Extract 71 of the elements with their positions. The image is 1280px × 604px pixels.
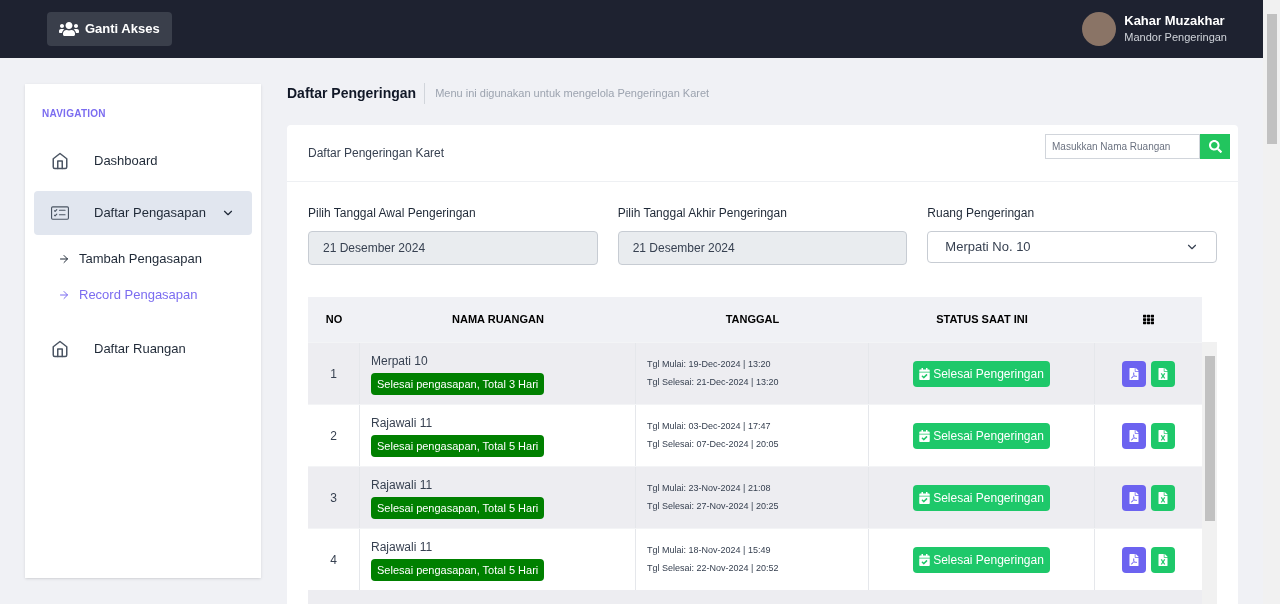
- user-role: Mandor Pengeringan: [1124, 30, 1227, 45]
- grid-icon: [1143, 314, 1154, 325]
- card-title: Daftar Pengeringan Karet: [308, 145, 445, 162]
- calendar-check-icon: [919, 553, 931, 566]
- calendar-check-icon: [919, 429, 931, 442]
- home-icon: [51, 152, 69, 170]
- access-button[interactable]: Ganti Akses: [47, 12, 172, 46]
- search-icon: [1208, 140, 1222, 153]
- column-header: TANGGAL: [724, 312, 781, 328]
- room-name: Rajawali 11: [371, 414, 434, 432]
- user-name: Kahar Muzakhar: [1124, 13, 1226, 29]
- excel-button[interactable]: [1151, 484, 1175, 511]
- calendar-check-icon: [919, 367, 931, 380]
- filter-label: Pilih Tanggal Awal Pengeringan: [308, 205, 477, 222]
- excel-file-icon: [1158, 429, 1168, 442]
- search-field[interactable]: Masukkan Nama Ruangan: [1045, 134, 1200, 159]
- nav-subitem[interactable]: Tambah Pengasapan: [34, 241, 252, 277]
- room-name: Rajawali 11: [371, 476, 434, 494]
- nav-subitem[interactable]: Record Pengasapan: [34, 277, 252, 313]
- nav-item[interactable]: Daftar Pengasapan: [34, 191, 252, 235]
- excel-file-icon: [1158, 491, 1168, 504]
- status-badge: Selesai pengasapan, Total 5 Hari: [371, 434, 545, 458]
- date-field[interactable]: 21 Desember 2024: [308, 231, 598, 265]
- end-date: Tgl Selesai: 07-Dec-2024 | 20:05: [647, 438, 780, 451]
- column-header: NO: [324, 312, 344, 328]
- status-badge: Selesai pengasapan, Total 3 Hari: [371, 372, 545, 396]
- end-date: Tgl Selesai: 21-Dec-2024 | 13:20: [647, 376, 780, 389]
- pdf-file-icon: [1129, 553, 1139, 566]
- start-date: Tgl Mulai: 03-Dec-2024 | 17:47: [647, 419, 772, 433]
- pdf-button[interactable]: [1122, 422, 1146, 449]
- start-date: Tgl Mulai: 23-Nov-2024 | 21:08: [647, 481, 772, 495]
- pdf-button[interactable]: [1122, 546, 1146, 573]
- nav-item[interactable]: Daftar Ruangan: [34, 327, 252, 371]
- pdf-file-icon: [1129, 367, 1139, 380]
- home-icon: [51, 340, 69, 358]
- column-header: NAMA RUANGAN: [451, 312, 545, 328]
- arrow-icon: [58, 289, 70, 301]
- room-name: Rajawali 11: [371, 538, 434, 556]
- excel-button[interactable]: [1151, 360, 1175, 387]
- end-date: Tgl Selesai: 22-Nov-2024 | 20:52: [647, 562, 780, 575]
- users-icon: [59, 21, 79, 37]
- excel-file-icon: [1158, 553, 1168, 566]
- table-scrollbar[interactable]: [1202, 342, 1217, 604]
- pdf-button[interactable]: [1122, 484, 1146, 511]
- avatar: [1082, 12, 1117, 46]
- start-date: Tgl Mulai: 19-Dec-2024 | 13:20: [647, 357, 772, 371]
- room-select[interactable]: Merpati No. 10: [927, 231, 1217, 263]
- filter-label: Pilih Tanggal Akhir Pengeringan: [617, 205, 788, 222]
- pdf-file-icon: [1129, 491, 1139, 504]
- page-subtitle: Menu ini digunakan untuk mengelola Pengeringan Karet: [434, 85, 710, 101]
- page-scrollbar[interactable]: [1263, 0, 1280, 604]
- excel-file-icon: [1158, 367, 1168, 380]
- excel-button[interactable]: [1151, 422, 1175, 449]
- nav-item[interactable]: Dashboard: [34, 139, 252, 183]
- pdf-button[interactable]: [1122, 360, 1146, 387]
- search-button[interactable]: [1200, 134, 1230, 159]
- excel-button[interactable]: [1151, 546, 1175, 573]
- status-badge: Selesai pengasapan, Total 5 Hari: [371, 558, 545, 582]
- date-field[interactable]: 21 Desember 2024: [617, 231, 908, 265]
- end-date: Tgl Selesai: 27-Nov-2024 | 20:25: [647, 500, 780, 513]
- nav-heading: NAVIGATION: [41, 107, 107, 121]
- room-name: Merpati 10: [371, 352, 429, 370]
- pdf-file-icon: [1129, 429, 1139, 442]
- status-badge: Selesai pengasapan, Total 5 Hari: [371, 496, 545, 520]
- start-date: Tgl Mulai: 18-Nov-2024 | 15:49: [647, 543, 772, 557]
- column-header: STATUS SAAT INI: [935, 312, 1029, 328]
- calendar-check-icon: [919, 491, 931, 504]
- arrow-icon: [58, 253, 70, 265]
- page-title: Daftar Pengeringan: [287, 82, 426, 104]
- checklist-icon: [51, 204, 69, 222]
- filter-label: Ruang Pengeringan: [927, 205, 1036, 222]
